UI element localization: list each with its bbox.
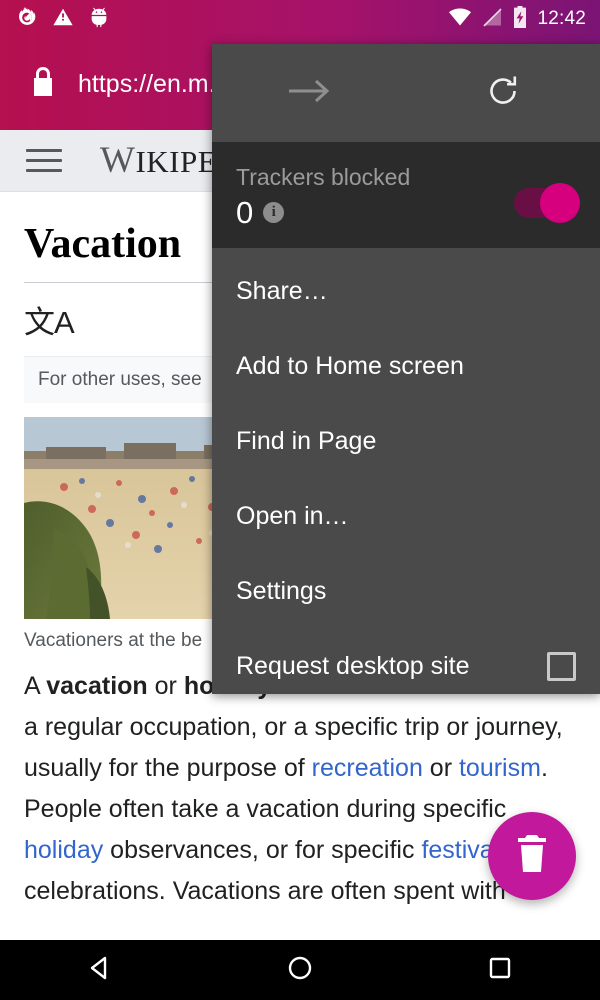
home-circle-icon: [286, 954, 314, 987]
browser-menu-panel: Trackers blocked 0 i Share… Add to Home …: [212, 44, 600, 694]
menu-item-request-desktop-site[interactable]: Request desktop site: [212, 629, 600, 704]
menu-item-share[interactable]: Share…: [212, 254, 600, 329]
reload-button[interactable]: [406, 74, 600, 113]
erase-fab-button[interactable]: [488, 812, 576, 900]
back-triangle-icon: [85, 953, 115, 988]
menu-item-label: Find in Page: [236, 427, 576, 456]
paragraph-text: observances, or for specific: [103, 836, 421, 864]
tracking-protection-toggle[interactable]: [514, 188, 576, 218]
status-bar-clock: 12:42: [537, 8, 586, 30]
menu-item-label: Request desktop site: [236, 652, 547, 681]
menu-item-open-in[interactable]: Open in…: [212, 479, 600, 554]
paragraph-text: or: [423, 754, 459, 782]
trash-icon: [515, 834, 549, 879]
trackers-label: Trackers blocked: [236, 164, 514, 191]
status-bar: 12:42: [0, 0, 600, 38]
menu-item-label: Add to Home screen: [236, 352, 576, 381]
paragraph-link[interactable]: tourism: [459, 754, 541, 782]
paragraph-bold: vacation: [46, 672, 147, 700]
menu-item-find-in-page[interactable]: Find in Page: [212, 404, 600, 479]
status-bar-right-icons: 12:42: [448, 6, 600, 33]
url-text[interactable]: https://en.m.: [78, 70, 216, 99]
menu-item-label: Share…: [236, 277, 576, 306]
menu-item-add-to-home-screen[interactable]: Add to Home screen: [212, 329, 600, 404]
bug-icon: [88, 6, 110, 33]
wikipedia-wordmark: WIKIPE: [100, 139, 217, 182]
forward-arrow-icon: [287, 76, 331, 111]
trackers-info: Trackers blocked 0 i: [236, 164, 514, 228]
nav-recents-button[interactable]: [400, 955, 600, 986]
paragraph-link[interactable]: holiday: [24, 836, 103, 864]
wifi-icon: [448, 7, 472, 32]
lock-icon: [30, 66, 56, 103]
nav-back-button[interactable]: [0, 953, 200, 988]
phone-screen: 12:42 https://en.m. WIKIPE Vacation 文A F…: [0, 0, 600, 1000]
trackers-blocked-section: Trackers blocked 0 i: [212, 142, 600, 248]
info-icon[interactable]: i: [263, 202, 284, 223]
reload-icon: [486, 74, 520, 113]
paragraph-text: A: [24, 672, 46, 700]
warning-icon: [52, 6, 74, 33]
menu-item-label: Settings: [236, 577, 576, 606]
menu-item-list: Share… Add to Home screen Find in Page O…: [212, 248, 600, 704]
paragraph-text: or: [148, 672, 184, 700]
firefox-icon: [16, 6, 38, 33]
nav-home-button[interactable]: [200, 954, 400, 987]
battery-charging-icon: [512, 6, 528, 33]
android-navigation-bar: [0, 940, 600, 1000]
trackers-count-row: 0 i: [236, 197, 514, 228]
no-sim-icon: [481, 7, 503, 32]
request-desktop-site-checkbox[interactable]: [547, 652, 576, 681]
recents-square-icon: [487, 955, 513, 986]
status-bar-left-icons: [0, 6, 110, 33]
toggle-thumb: [540, 183, 580, 223]
hamburger-icon[interactable]: [26, 149, 62, 172]
forward-button[interactable]: [212, 76, 406, 111]
menu-navigation-row: [212, 44, 600, 142]
paragraph-link[interactable]: recreation: [312, 754, 423, 782]
menu-item-label: Open in…: [236, 502, 576, 531]
menu-item-settings[interactable]: Settings: [212, 554, 600, 629]
trackers-count: 0: [236, 197, 253, 228]
